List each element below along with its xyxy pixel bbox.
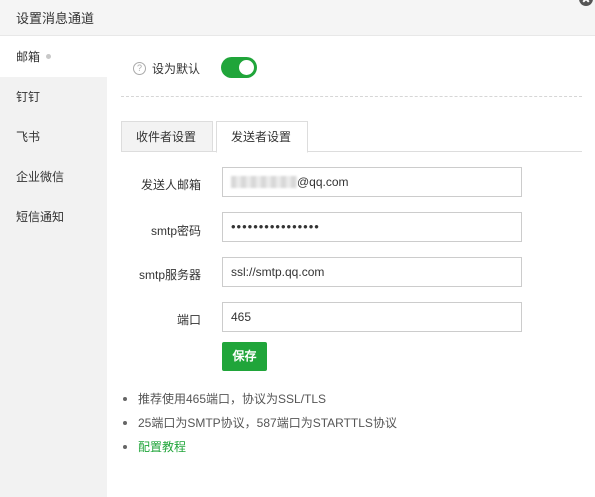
- sender-email-suffix: @qq.com: [297, 175, 349, 189]
- default-label: 设为默认: [152, 61, 201, 76]
- toggle-knob: [239, 60, 254, 75]
- sidebar-item-label: 短信通知: [16, 210, 65, 224]
- dialog-title: 设置消息通道: [16, 11, 95, 26]
- channel-sidebar: 邮箱 钉钉 飞书 企业微信 短信通知: [0, 37, 107, 497]
- help-notes: 推荐使用465端口，协议为SSL/TLS 25端口为SMTP协议，587端口为S…: [121, 391, 581, 463]
- smtp-server-field[interactable]: ssl://smtp.qq.com: [222, 257, 522, 287]
- list-item: 25端口为SMTP协议，587端口为STARTTLS协议: [121, 415, 581, 439]
- redacted-text: [231, 176, 297, 188]
- sidebar-item-dingtalk[interactable]: 钉钉: [0, 77, 107, 117]
- sidebar-item-label: 钉钉: [16, 90, 41, 104]
- smtp-password-label: smtp密码: [150, 224, 201, 238]
- port-label: 端口: [176, 313, 201, 327]
- default-toggle[interactable]: [221, 57, 257, 78]
- settings-tabs: 收件者设置 发送者设置: [121, 121, 582, 153]
- sidebar-item-feishu[interactable]: 飞书: [0, 117, 107, 157]
- sidebar-item-label: 飞书: [16, 130, 41, 144]
- default-setting-row: ? 设为默认: [133, 57, 200, 79]
- help-icon[interactable]: ?: [133, 61, 146, 75]
- settings-panel: ? 设为默认 收件者设置 发送者设置 发送人邮箱 @qq.com smtp密码 …: [107, 37, 595, 497]
- sidebar-item-wecom[interactable]: 企业微信: [0, 157, 107, 197]
- sidebar-item-label: 企业微信: [16, 170, 65, 184]
- tab-sender-settings[interactable]: 发送者设置: [216, 121, 308, 153]
- smtp-password-field[interactable]: ••••••••••••••••: [222, 212, 522, 242]
- list-item: 推荐使用465端口，协议为SSL/TLS: [121, 391, 581, 415]
- sender-email-label: 发送人邮箱: [140, 178, 201, 192]
- save-button[interactable]: 保存: [222, 342, 267, 371]
- smtp-server-label: smtp服务器: [138, 268, 201, 282]
- port-field[interactable]: 465: [222, 302, 522, 332]
- dashed-divider: [121, 96, 582, 97]
- close-icon[interactable]: [579, 0, 593, 6]
- sidebar-item-sms[interactable]: 短信通知: [0, 197, 107, 237]
- dialog-titlebar: 设置消息通道: [0, 0, 595, 36]
- sidebar-item-label: 邮箱: [16, 50, 41, 64]
- sidebar-item-email[interactable]: 邮箱: [0, 37, 107, 77]
- sender-email-field[interactable]: @qq.com: [222, 167, 522, 197]
- tab-recipient-settings[interactable]: 收件者设置: [121, 121, 213, 152]
- status-dot-icon: [46, 54, 52, 59]
- config-tutorial-link[interactable]: 配置教程: [121, 439, 581, 463]
